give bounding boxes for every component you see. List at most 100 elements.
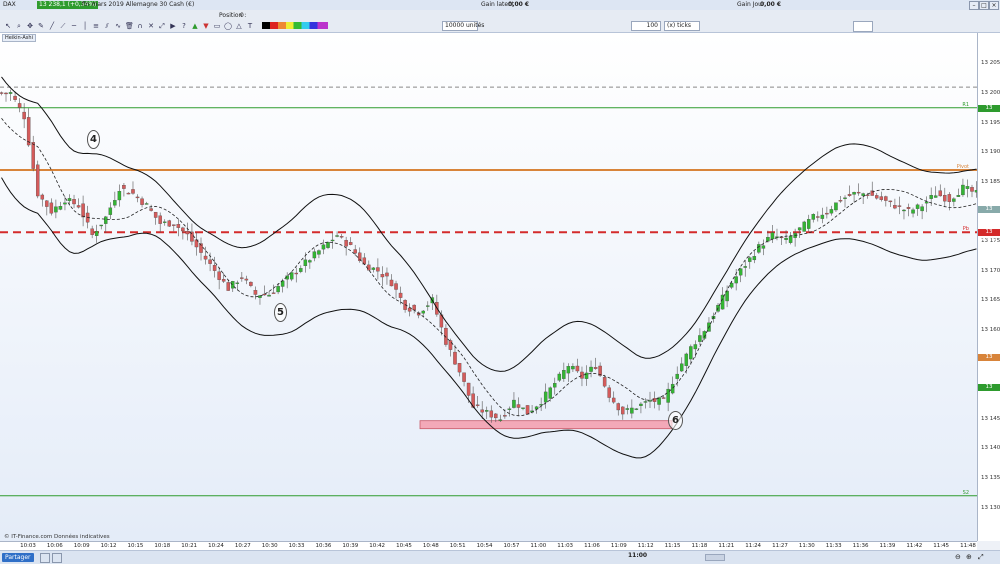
trash-icon[interactable]: 🗑 [125,22,134,30]
channel-icon[interactable]: ⫽ [103,22,111,30]
magnet-icon[interactable]: ∩ [136,22,144,30]
candle-body [371,267,376,270]
candle-body [321,244,326,250]
wave-icon[interactable]: ∿ [114,22,122,30]
candle-body [748,257,752,262]
candle-body [888,200,893,203]
ticks-input[interactable]: 100 [631,21,661,31]
candlestick-chart: R1 Pivot Pb S2 [0,76,977,497]
candle-body [376,267,380,272]
share-button[interactable]: Partager [2,553,34,562]
candle-body [113,200,117,206]
candle-body [856,191,861,194]
time-tick-label: 10:03 [20,543,36,549]
candle-body [806,219,811,229]
minimize-button[interactable]: – [969,1,979,10]
fibonacci-icon[interactable]: ≡ [92,22,100,30]
candle-body [825,212,829,215]
time-tick-label: 11:12 [637,543,654,549]
candle-body [172,224,176,226]
level-price-badge: 13 197,5 [978,104,1000,118]
fit-icon[interactable]: ⤢ [978,553,984,562]
time-tick-label: 10:48 [422,543,439,549]
candle-body [466,382,471,396]
candle-body [884,196,888,201]
time-tick-label: 10:27 [234,543,251,549]
layout-icon[interactable] [52,553,62,563]
measure-icon[interactable]: ⤢ [158,22,166,30]
vline-icon[interactable]: │ [81,22,89,30]
grid-icon[interactable] [40,553,50,563]
color-palette[interactable] [262,22,328,29]
zoom-in-icon[interactable]: ⊕ [966,553,972,561]
time-tick-label: 10:12 [100,543,117,549]
candle-body [149,208,153,211]
candle-body [35,164,40,197]
cross-icon[interactable]: ✕ [147,22,155,30]
price-tick-label: 13 170 [981,267,1000,274]
candle-body [326,242,330,248]
candle-body [498,419,503,421]
candle-body [144,203,149,205]
candle-body [176,224,181,228]
candle-body [22,111,26,120]
support-zone [419,420,673,430]
arrow-down-icon[interactable]: ▼ [202,22,210,30]
instrument-tab[interactable]: Heikin-Ashi [2,34,36,42]
price-tick-label: 13 200 [981,90,1000,96]
time-tick-label: 11:48 [960,543,976,549]
candle-body [566,366,571,374]
candle-body [661,397,666,399]
candle-body [679,363,684,372]
candle-body [698,335,702,342]
triangle-icon[interactable]: △ [235,22,243,30]
rectangle-icon[interactable]: ▭ [213,22,221,30]
candle-body [861,193,865,196]
candle-body [294,272,299,275]
zoom-icon[interactable]: ⌕ [15,22,23,30]
candle-body [961,184,965,196]
chart-type-icon[interactable] [853,21,873,32]
axis-marker-mid-marker-b: 13 150,4 [978,383,1000,397]
instrument-label: DAX [3,1,16,8]
candle-body [648,400,652,402]
candle-body [72,199,76,205]
candle-body [212,265,217,271]
ticks-unit-select[interactable]: (x) ticks [664,21,700,31]
play-icon[interactable]: ▶ [169,22,177,30]
candle-body [353,249,357,254]
time-tick-label: 11:33 [825,543,842,549]
candle-body [843,197,847,199]
close-button[interactable]: × [989,1,999,10]
units-input[interactable]: 10000 unités [442,21,484,31]
candle-body [76,205,81,208]
ellipse-icon[interactable]: ◯ [224,22,232,30]
help-icon[interactable]: ? [180,22,188,30]
pencil-icon[interactable]: ✎ [37,22,45,30]
zoom-out-icon[interactable]: ⊖ [955,553,961,561]
price-axis[interactable]: 13 20513 20013 19513 19013 18513 18013 1… [977,33,1000,541]
pan-icon[interactable]: ✥ [26,22,34,30]
axis-marker-current-price: 13 180,5 [978,205,1000,219]
chart-area[interactable]: R1 Pivot Pb S2 [0,33,977,541]
candle-body [902,209,906,212]
text-icon[interactable]: T [246,22,254,30]
time-tick-label: 10:42 [369,543,386,549]
candle-body [26,117,31,146]
candle-body [584,372,589,379]
trendline-icon[interactable]: ╱ [48,22,56,30]
maximize-button[interactable]: □ [979,1,989,10]
scrollbar-thumb[interactable] [705,554,725,561]
cursor-icon[interactable]: ↖ [4,22,12,30]
candle-body [90,228,94,235]
candle-body [639,403,643,406]
ray-icon[interactable]: ⟋ [59,22,67,30]
candle-body [380,274,385,278]
candle-body [562,369,566,379]
candle-body [4,92,8,95]
candle-body [412,304,416,311]
arrow-up-icon[interactable]: ▲ [191,22,199,30]
hline-icon[interactable]: ─ [70,22,78,30]
candle-body [40,194,45,200]
bollinger-upper [1,76,977,372]
